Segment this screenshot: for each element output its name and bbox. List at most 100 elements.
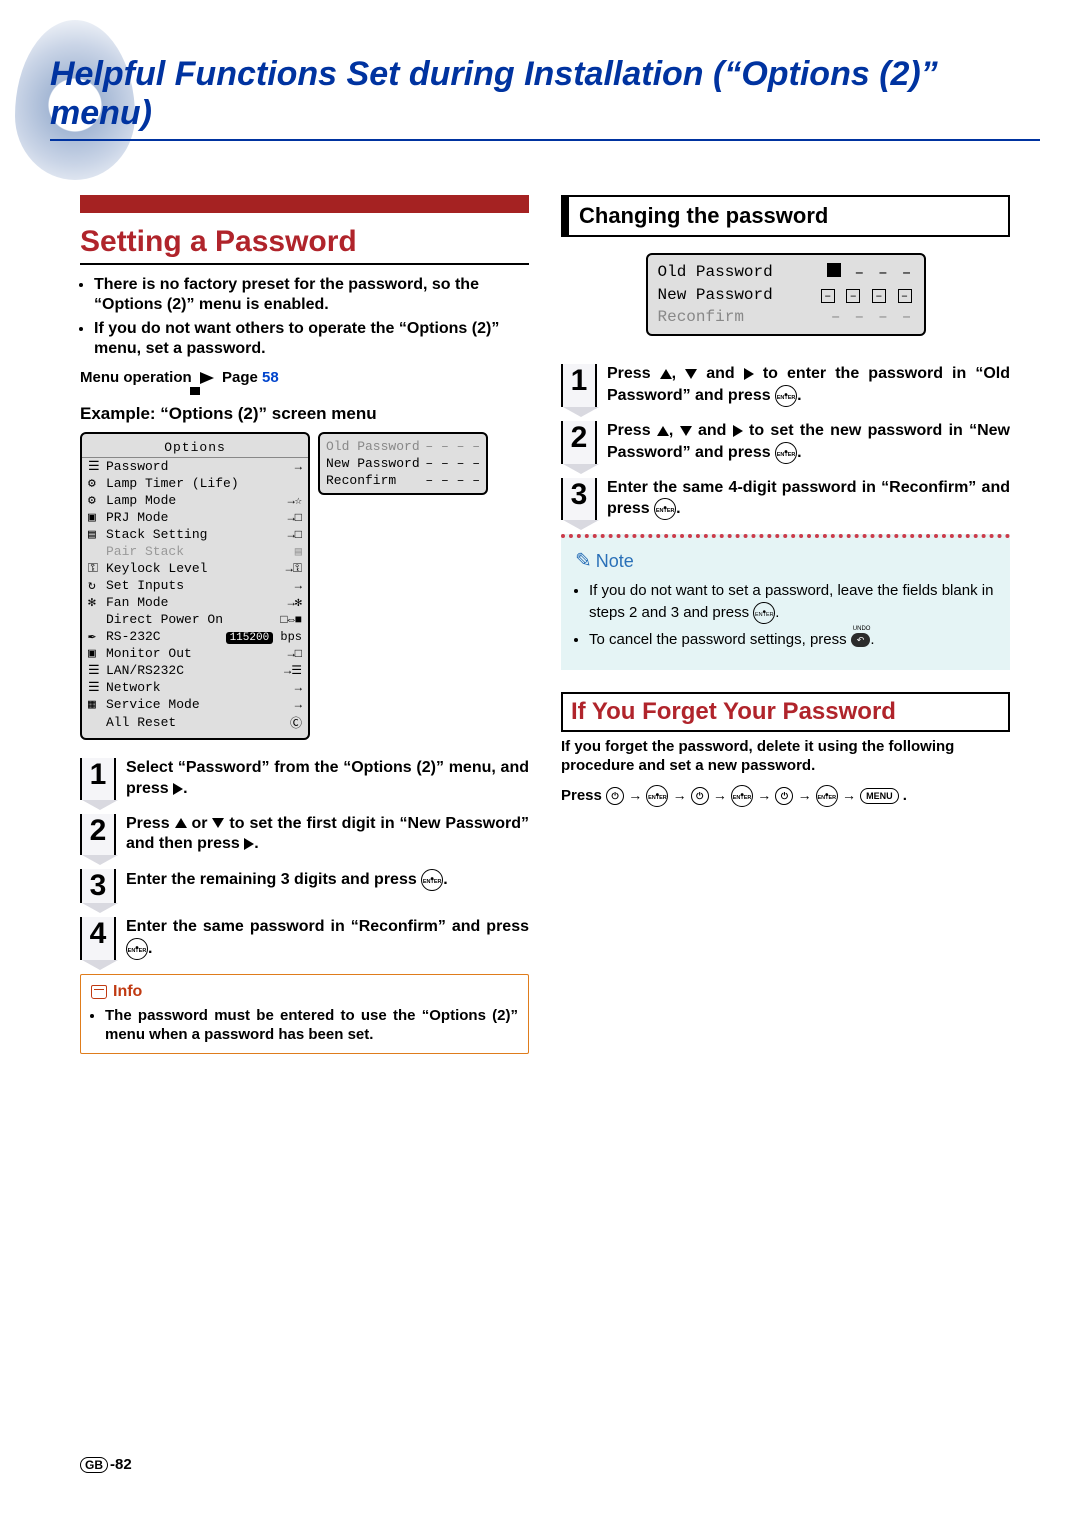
note-icon: ✎ bbox=[575, 550, 592, 572]
button-sequence: Press ⏻ → → ⏻ → → ⏻ → → MENU . bbox=[561, 785, 1010, 807]
left-column: Setting a Password There is no factory p… bbox=[80, 195, 529, 1054]
menu-operation-ref: Menu operation Page 58 bbox=[80, 369, 529, 386]
red-accent-bar bbox=[80, 195, 529, 213]
step-text: Press or to set the first digit in “New … bbox=[126, 814, 529, 856]
osd-row: ⚙Lamp Timer (Life) bbox=[82, 475, 308, 492]
osd-row: ✻Fan Mode→✻ bbox=[82, 594, 308, 611]
step-text: Enter the remaining 3 digits and press . bbox=[126, 869, 448, 903]
step: 4Enter the same password in “Reconfirm” … bbox=[80, 917, 529, 960]
standby-button-icon: ⏻ bbox=[775, 787, 793, 805]
osd-row: ▦Service Mode→ bbox=[82, 696, 308, 713]
info-heading: Info bbox=[91, 983, 518, 1001]
info-text: The password must be entered to use the … bbox=[105, 1007, 518, 1045]
note-heading: ✎Note bbox=[575, 548, 996, 573]
down-arrow-icon bbox=[685, 369, 697, 379]
osd-row: Direct Power On□⇔■ bbox=[82, 611, 308, 628]
osd-row: ☰Network→ bbox=[82, 679, 308, 696]
intro-bullet: There is no factory preset for the passw… bbox=[94, 275, 529, 315]
note-item: If you do not want to set a password, le… bbox=[589, 581, 996, 623]
password-row: Reconfirm– – – – bbox=[658, 306, 914, 328]
password-row: Old Password – – – bbox=[658, 261, 914, 284]
osd-row: ☰LAN/RS232C→☰ bbox=[82, 662, 308, 679]
osd-pw-row: Old Password– – – – bbox=[326, 438, 480, 455]
enter-button-icon bbox=[421, 869, 443, 891]
up-arrow-icon bbox=[657, 426, 669, 436]
enter-button-icon bbox=[775, 442, 797, 464]
step: 3 Enter the remaining 3 digits and press … bbox=[80, 869, 529, 903]
osd-pw-row: Reconfirm– – – – bbox=[326, 472, 480, 489]
page-link[interactable]: 58 bbox=[262, 369, 279, 386]
enter-button-icon bbox=[775, 385, 797, 407]
osd-row: ↻Set Inputs→ bbox=[82, 577, 308, 594]
undo-button-icon: ↶ bbox=[851, 633, 871, 647]
step: 1Select “Password” from the “Options (2)… bbox=[80, 758, 529, 800]
enter-button-icon bbox=[731, 785, 753, 807]
step-text: Press , and to enter the password in “Ol… bbox=[607, 364, 1010, 407]
right-arrow-icon bbox=[244, 838, 254, 850]
osd-row: ✒RS-232C115200 bps bbox=[82, 628, 308, 645]
enter-button-icon bbox=[753, 602, 775, 624]
section-heading-changing-password: Changing the password bbox=[561, 195, 1010, 237]
right-arrow-icon bbox=[744, 368, 754, 380]
step: 3Enter the same 4-digit password in “Rec… bbox=[561, 478, 1010, 521]
enter-button-icon bbox=[126, 938, 148, 960]
step-number: 3 bbox=[561, 478, 597, 521]
osd-title: Options bbox=[82, 438, 308, 458]
forget-text: If you forget the password, delete it us… bbox=[561, 738, 1010, 776]
osd-row: Pair Stack▤ bbox=[82, 543, 308, 560]
right-arrow-icon bbox=[733, 425, 743, 437]
up-arrow-icon bbox=[660, 369, 672, 379]
section-heading-setting-password: Setting a Password bbox=[80, 225, 529, 265]
intro-bullets: There is no factory preset for the passw… bbox=[80, 275, 529, 359]
step-number: 2 bbox=[80, 814, 116, 856]
osd-pw-row: New Password– – – – bbox=[326, 455, 480, 472]
osd-screenshot: Options ☰Password→⚙Lamp Timer (Life)⚙Lam… bbox=[80, 432, 529, 740]
step-number: 3 bbox=[80, 869, 116, 903]
arrow-right-icon bbox=[200, 372, 214, 384]
example-heading: Example: “Options (2)” screen menu bbox=[80, 404, 529, 424]
page-title-wrap: Helpful Functions Set during Installatio… bbox=[50, 55, 1040, 141]
step-number: 1 bbox=[561, 364, 597, 407]
osd-options-menu: Options ☰Password→⚙Lamp Timer (Life)⚙Lam… bbox=[80, 432, 310, 740]
password-row: New Password– – – – bbox=[658, 284, 914, 306]
osd-row: ▤Stack Setting→□ bbox=[82, 526, 308, 543]
step: 2Press , and to set the new password in … bbox=[561, 421, 1010, 464]
osd-row: All ResetⒸ bbox=[82, 713, 308, 732]
enter-button-icon bbox=[646, 785, 668, 807]
section-heading-forget-password: If You Forget Your Password bbox=[561, 692, 1010, 732]
standby-button-icon: ⏻ bbox=[606, 787, 624, 805]
step-text: Press , and to set the new password in “… bbox=[607, 421, 1010, 464]
intro-bullet: If you do not want others to operate the… bbox=[94, 319, 529, 359]
osd-row: ☰Password→ bbox=[82, 458, 308, 475]
page-footer: GB-82 bbox=[80, 1456, 132, 1473]
right-column: Changing the password Old Password – – –… bbox=[561, 195, 1010, 1054]
enter-button-icon bbox=[816, 785, 838, 807]
step-number: 4 bbox=[80, 917, 116, 960]
up-arrow-icon bbox=[175, 818, 187, 828]
standby-button-icon: ⏻ bbox=[691, 787, 709, 805]
step-text: Enter the same password in “Reconfirm” a… bbox=[126, 917, 529, 960]
down-arrow-icon bbox=[680, 426, 692, 436]
info-box: Info The password must be entered to use… bbox=[80, 974, 529, 1054]
step: 1Press , and to enter the password in “O… bbox=[561, 364, 1010, 407]
step-number: 2 bbox=[561, 421, 597, 464]
osd-row: ⚿Keylock Level→⚿ bbox=[82, 560, 308, 577]
step: 2Press or to set the first digit in “New… bbox=[80, 814, 529, 856]
osd-row: ⚙Lamp Mode→☆ bbox=[82, 492, 308, 509]
right-arrow-icon bbox=[173, 783, 183, 795]
region-badge: GB bbox=[80, 1457, 108, 1473]
step-number: 1 bbox=[80, 758, 116, 800]
password-panel: Old Password – – –New Password– – – –Rec… bbox=[646, 253, 926, 336]
menu-button-icon: MENU bbox=[860, 788, 899, 804]
down-arrow-icon bbox=[212, 818, 224, 828]
enter-button-icon bbox=[654, 498, 676, 520]
osd-row: ▣PRJ Mode→□ bbox=[82, 509, 308, 526]
osd-row: ▣Monitor Out→□ bbox=[82, 645, 308, 662]
note-item: To cancel the password settings, press ↶… bbox=[589, 630, 996, 650]
note-box: ✎Note If you do not want to set a passwo… bbox=[561, 534, 1010, 670]
osd-password-popup: Old Password– – – –New Password– – – –Re… bbox=[318, 432, 488, 495]
step-text: Select “Password” from the “Options (2)”… bbox=[126, 758, 529, 800]
step-text: Enter the same 4-digit password in “Reco… bbox=[607, 478, 1010, 521]
page-title: Helpful Functions Set during Installatio… bbox=[50, 55, 1040, 133]
book-icon bbox=[91, 985, 107, 999]
